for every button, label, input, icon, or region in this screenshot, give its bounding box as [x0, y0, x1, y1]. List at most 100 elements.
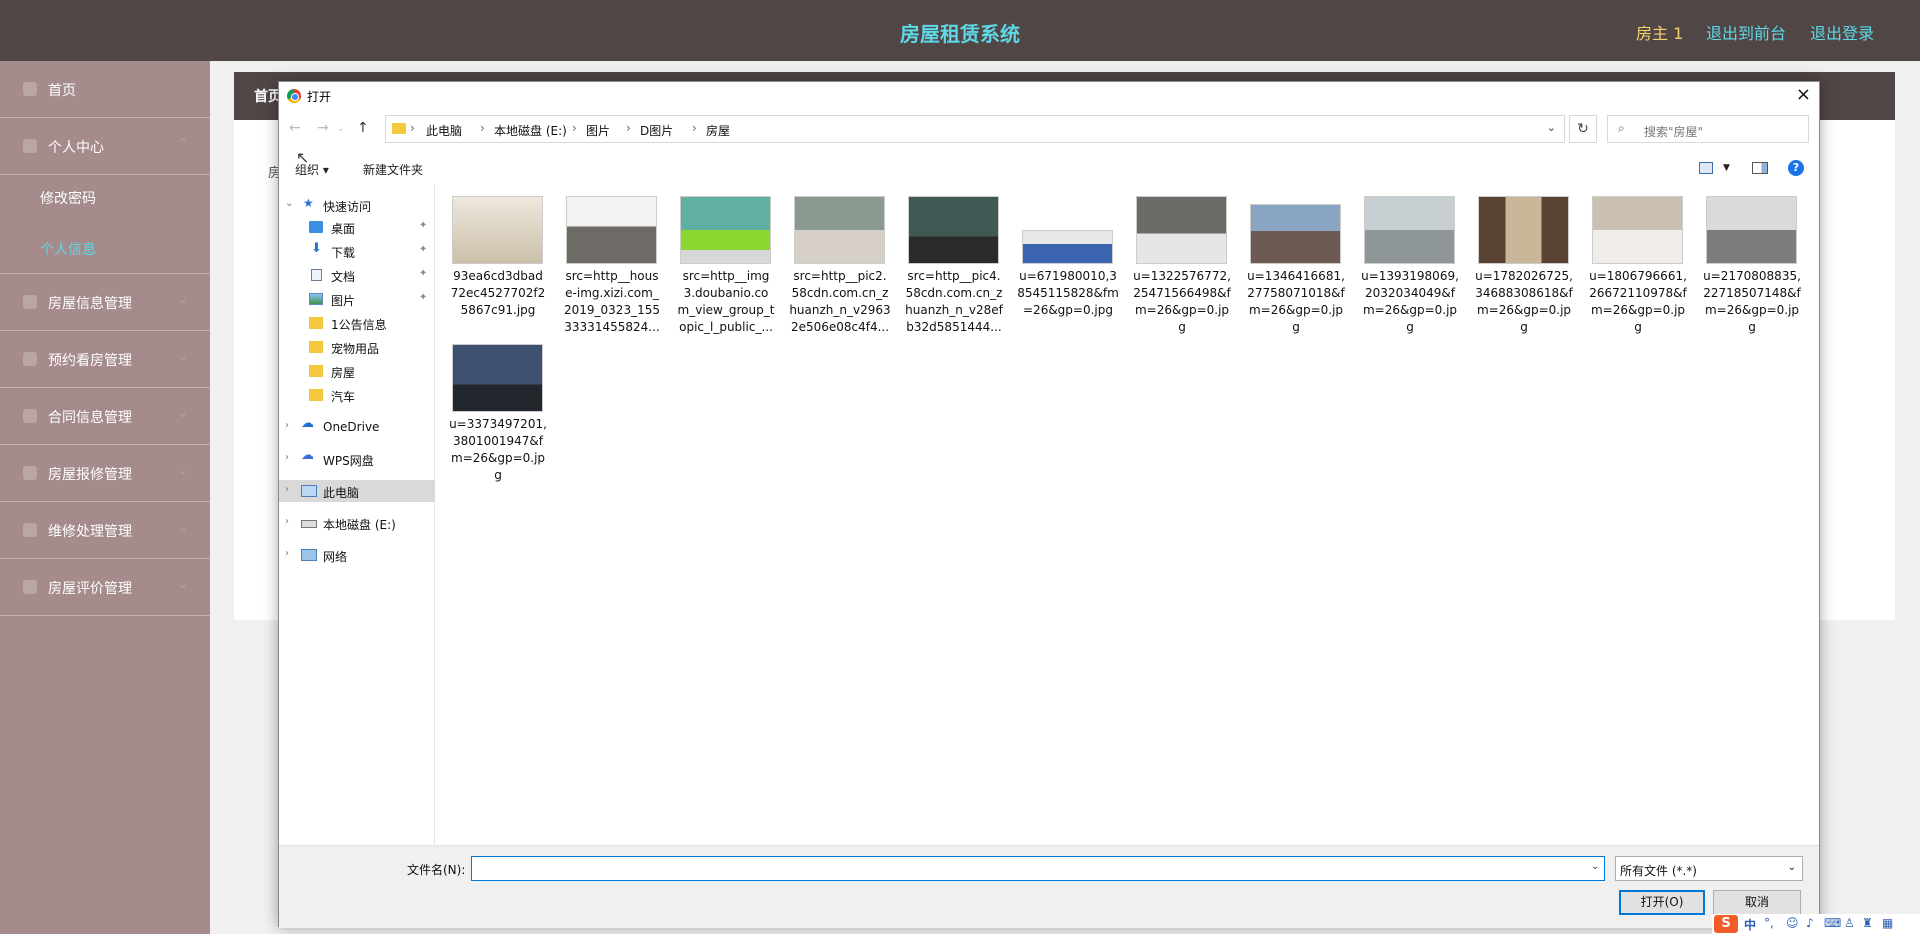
- chevron-down-icon: ⌄: [177, 406, 188, 420]
- tree-item-notices-folder[interactable]: 1公告信息: [279, 312, 435, 334]
- wrench-icon: [23, 466, 37, 480]
- chevron-down-icon: ⌄: [285, 198, 294, 209]
- view-options-icon[interactable]: [1699, 162, 1713, 174]
- close-icon[interactable]: ×: [1796, 84, 1811, 105]
- filetype-select[interactable]: 所有文件 (*.*) ⌄: [1615, 856, 1803, 881]
- filename-label: 文件名(N):: [407, 863, 466, 877]
- cloud-icon: ☁: [301, 448, 314, 463]
- tree-item-car-folder[interactable]: 汽车: [279, 384, 435, 406]
- emoji-icon[interactable]: ☺: [1786, 916, 1799, 930]
- refresh-button[interactable]: ↻: [1569, 115, 1597, 143]
- filename-input[interactable]: [472, 857, 1604, 880]
- tree-item-label: 图片: [331, 294, 356, 308]
- file-name-line: src=http__pic2.: [793, 269, 887, 283]
- tree-item-pet-supplies-folder[interactable]: 宠物用品: [279, 336, 435, 358]
- tree-item-label: 此电脑: [323, 486, 360, 500]
- logout-link[interactable]: 退出登录: [1810, 20, 1874, 44]
- search-icon: ⌕: [1618, 121, 1625, 135]
- file-name-line: b32d5851444...: [906, 320, 1002, 334]
- breadcrumb-local-disk[interactable]: 本地磁盘 (E:): [494, 122, 567, 139]
- file-name: u=671980010,3 8545115828&fm =26&gp=0.jpg: [1013, 268, 1123, 319]
- file-thumbnail: [1592, 196, 1683, 264]
- file-name-line: huanzh_n_v2963: [789, 303, 891, 317]
- computer-icon: [301, 485, 317, 497]
- file-name: u=1346416681, 27758071018&f m=26&gp=0.jp g: [1241, 268, 1351, 336]
- tree-item-this-pc[interactable]: › 此电脑: [279, 480, 435, 502]
- tree-item-pictures[interactable]: 图片 ✦: [279, 288, 435, 310]
- sogou-logo-icon[interactable]: S: [1714, 915, 1738, 933]
- contract-icon: [23, 409, 37, 423]
- tree-item-documents[interactable]: 文档 ✦: [279, 264, 435, 286]
- sidebar-item-house-review[interactable]: 房屋评价管理 ⌄: [0, 559, 210, 616]
- tree-item-quick-access[interactable]: ⌄ ★ 快速访问: [279, 194, 435, 216]
- pictures-icon: [309, 293, 323, 305]
- sidebar-subitem-personal-info[interactable]: 个人信息: [40, 239, 96, 259]
- keyboard-icon[interactable]: ⌨: [1824, 916, 1841, 930]
- chevron-down-icon[interactable]: ⌄: [1591, 861, 1599, 872]
- sidebar-item-house-info[interactable]: 房屋信息管理 ⌄: [0, 274, 210, 331]
- file-thumbnail: [1022, 230, 1113, 264]
- tree-item-label: WPS网盘: [323, 454, 374, 468]
- tree-item-desktop[interactable]: 桌面 ✦: [279, 216, 435, 238]
- tree-item-network[interactable]: › 网络: [279, 544, 435, 566]
- file-thumbnail: [1478, 196, 1569, 264]
- tree-item-wps-drive[interactable]: › ☁ WPS网盘: [279, 448, 435, 470]
- tree-item-house-folder[interactable]: 房屋: [279, 360, 435, 382]
- breadcrumb-separator-icon: ›: [572, 121, 577, 135]
- dialog-titlebar[interactable]: 打开 ×: [279, 82, 1819, 110]
- punctuation-icon[interactable]: °,: [1764, 916, 1774, 930]
- chevron-down-icon: ⌄: [177, 349, 188, 363]
- file-name-line: u=1782026725,: [1475, 269, 1573, 283]
- cancel-button[interactable]: 取消: [1713, 890, 1801, 915]
- user-icon[interactable]: ♙: [1844, 916, 1855, 930]
- tree-item-local-disk[interactable]: › 本地磁盘 (E:): [279, 512, 435, 534]
- tree-item-label: 桌面: [331, 222, 356, 236]
- sidebar-item-personal-center[interactable]: 个人中心 ⌃: [0, 118, 210, 175]
- breadcrumb-d-pictures[interactable]: D图片: [640, 122, 673, 139]
- file-name-line: m=26&gp=0.jp: [1704, 303, 1800, 317]
- sidebar-item-viewing-appointment[interactable]: 预约看房管理 ⌄: [0, 331, 210, 388]
- file-name-line: u=1393198069,: [1361, 269, 1459, 283]
- view-dropdown-icon[interactable]: ▼: [1723, 163, 1730, 173]
- breadcrumb-separator-icon: ›: [626, 121, 631, 135]
- skin-icon[interactable]: ♜: [1862, 916, 1873, 930]
- address-bar[interactable]: › 此电脑 › 本地磁盘 (E:) › 图片 › D图片 › 房屋 ⌄: [385, 115, 1565, 143]
- ime-mode[interactable]: 中: [1744, 916, 1756, 933]
- tree-item-onedrive[interactable]: › ☁ OneDrive: [279, 416, 435, 438]
- folder-icon: [309, 365, 323, 377]
- exit-to-front-link[interactable]: 退出到前台: [1706, 20, 1786, 44]
- chevron-down-icon[interactable]: ⌄: [1547, 121, 1556, 134]
- tree-item-label: 1公告信息: [331, 318, 387, 332]
- file-name: u=2170808835, 22718507148&f m=26&gp=0.jp g: [1697, 268, 1807, 336]
- pin-icon: ✦: [419, 268, 428, 279]
- file-name-line: m=26&gp=0.jp: [1590, 303, 1686, 317]
- up-arrow-icon[interactable]: ↑: [357, 120, 369, 136]
- sidebar-subitem-change-password[interactable]: 修改密码: [40, 188, 96, 208]
- navigation-pane: ⌄ ★ 快速访问 桌面 ✦ ⬇ 下载 ✦ 文档 ✦ 图片 ✦ 1公告信息 宠物用…: [279, 184, 435, 845]
- new-folder-button[interactable]: 新建文件夹: [363, 161, 423, 178]
- file-thumbnail: [1250, 204, 1341, 264]
- preview-pane-icon[interactable]: [1752, 162, 1768, 174]
- breadcrumb-this-pc[interactable]: 此电脑: [426, 122, 462, 139]
- current-user: 房主 1: [1636, 24, 1684, 43]
- filename-field[interactable]: [471, 856, 1605, 881]
- breadcrumb-pictures[interactable]: 图片: [586, 122, 610, 139]
- search-input[interactable]: ⌕ 搜索"房屋": [1607, 115, 1809, 143]
- ime-toolbar: S 中 °, ☺ ♪ ⌨ ♙ ♜ ▦: [1712, 914, 1920, 934]
- breadcrumb-house[interactable]: 房屋: [706, 122, 730, 139]
- file-name-line: u=1322576772,: [1133, 269, 1231, 283]
- back-arrow-icon[interactable]: ←: [289, 120, 301, 136]
- sidebar-item-contract-info[interactable]: 合同信息管理 ⌄: [0, 388, 210, 445]
- toolbox-icon[interactable]: ▦: [1882, 916, 1893, 930]
- open-button[interactable]: 打开(O): [1619, 890, 1705, 915]
- sidebar-item-repair-handling[interactable]: 维修处理管理 ⌄: [0, 502, 210, 559]
- sidebar-item-home[interactable]: 首页: [0, 61, 210, 118]
- recent-locations-chevron-icon[interactable]: ⌄: [337, 124, 345, 134]
- help-icon[interactable]: ?: [1788, 160, 1804, 176]
- file-name: src=http__pic2. 58cdn.com.cn_z huanzh_n_v2…: [785, 268, 895, 336]
- microphone-icon[interactable]: ♪: [1806, 916, 1814, 930]
- tree-item-downloads[interactable]: ⬇ 下载 ✦: [279, 240, 435, 262]
- drive-icon: [301, 520, 317, 528]
- sidebar-item-repair-request[interactable]: 房屋报修管理 ⌄: [0, 445, 210, 502]
- forward-arrow-icon[interactable]: →: [317, 120, 329, 136]
